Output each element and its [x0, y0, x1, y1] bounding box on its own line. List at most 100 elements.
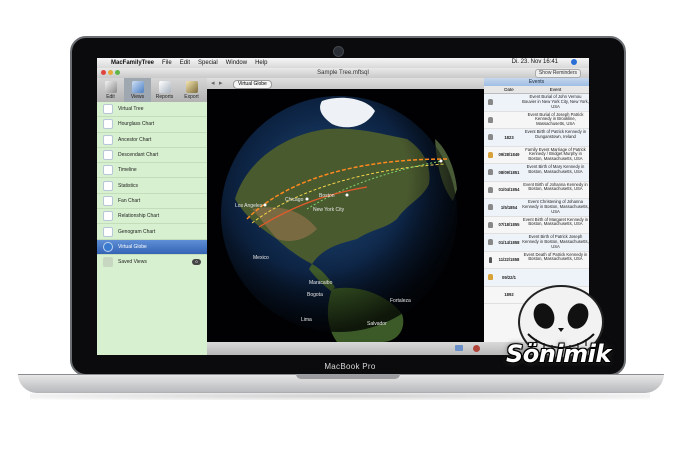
- tree-icon: [103, 104, 113, 115]
- globe-label-fortaleza[interactable]: Fortaleza: [390, 298, 411, 304]
- globe-label-boston[interactable]: Boston: [319, 193, 335, 199]
- reports-icon: [158, 81, 171, 93]
- menu-file[interactable]: File: [162, 60, 172, 66]
- event-description: Event Christening of Johanna Kennedy in …: [522, 199, 589, 214]
- birth-event-icon: [487, 169, 493, 176]
- toolbar-label: Views: [130, 94, 145, 100]
- date-column-header[interactable]: Date: [496, 86, 522, 93]
- fan-chart-icon: [103, 195, 113, 206]
- event-description: Event Birth of Patrick Joseph Kennedy in…: [522, 234, 589, 249]
- sidebar-item-hourglass-chart[interactable]: Hourglass Chart: [97, 117, 207, 133]
- minimize-window-icon[interactable]: [108, 70, 113, 75]
- globe-label-mexico[interactable]: Mexico: [253, 255, 269, 261]
- show-reminders-button[interactable]: Show Reminders: [534, 69, 581, 78]
- table-row[interactable]: Event Burial of Joseph Patrick Kennedy i…: [484, 111, 589, 129]
- toolbar-views-button[interactable]: Views: [124, 78, 151, 102]
- sidebar-item-descendant-chart[interactable]: Descendant Chart: [97, 148, 207, 164]
- location-marker[interactable]: [345, 193, 349, 197]
- globe-canvas[interactable]: Los Angeles Chicago Boston New York City…: [207, 89, 484, 342]
- birth-event-icon: [487, 134, 493, 141]
- globe-label-chicago[interactable]: Chicago: [285, 197, 304, 203]
- toolbar-label: Export: [184, 94, 199, 100]
- table-row[interactable]: 1/5/1854 Event Christening of Johanna Ken…: [484, 199, 589, 217]
- table-row[interactable]: 07/18/1855 Event Birth of Margaret Kenned…: [484, 217, 589, 234]
- menu-help[interactable]: Help: [255, 60, 267, 66]
- event-date: 1823: [504, 134, 514, 140]
- watermark-logo-text: Sönimik: [506, 340, 611, 368]
- breadcrumb[interactable]: Virtual Globe: [233, 80, 272, 89]
- location-marker[interactable]: [263, 203, 267, 207]
- close-window-icon[interactable]: [101, 70, 106, 75]
- table-row[interactable]: 1823 Event Birth of Patrick Kennedy in Du…: [484, 129, 589, 147]
- menu-edit[interactable]: Edit: [180, 60, 190, 66]
- event-date: 09/28/1849: [498, 152, 520, 158]
- event-description: Family Event Marriage of Patrick Kennedy…: [525, 146, 586, 162]
- event-column-header[interactable]: Event: [522, 86, 589, 93]
- window-title-bar: Sample Tree.mftsql Show Reminders: [97, 68, 589, 78]
- sidebar-item-label: Virtual Tree: [118, 106, 144, 113]
- events-table-body: Event Burial of John Vernou Bouvier in N…: [484, 94, 589, 304]
- globe-icon: [103, 241, 113, 252]
- table-row[interactable]: 08/09/1851 Event Birth of Mary Kennedy in…: [484, 164, 589, 182]
- toolbar-export-button[interactable]: Export: [178, 78, 205, 102]
- table-row[interactable]: 01/14/1858 Event Birth of Patrick Joseph …: [484, 234, 589, 252]
- events-panel-title: Events: [484, 78, 589, 86]
- globe-label-los-angeles[interactable]: Los Angeles: [235, 203, 263, 209]
- birth-event-icon: [487, 239, 493, 246]
- timeline-icon: [103, 165, 113, 176]
- laptop-notch: [296, 374, 400, 379]
- globe-label-new-york-city[interactable]: New York City: [313, 207, 345, 213]
- saved-views[interactable]: Saved Views 0: [97, 255, 207, 269]
- sidebar-item-label: Hourglass Chart: [118, 121, 155, 128]
- menu-window[interactable]: Window: [226, 60, 247, 66]
- record-icon[interactable]: [473, 345, 480, 352]
- globe-label-maracaibo[interactable]: Maracaibo: [309, 280, 333, 286]
- location-marker[interactable]: [305, 197, 309, 201]
- menu-special[interactable]: Special: [198, 60, 218, 66]
- edit-icon: [104, 81, 117, 93]
- menu-clock[interactable]: Di. 23. Nov 16:41: [512, 59, 558, 65]
- sidebar-item-ancestor-chart[interactable]: Ancestor Chart: [97, 133, 207, 148]
- display-icon[interactable]: [455, 345, 463, 351]
- sidebar-item-label: Relationship Chart: [118, 213, 160, 220]
- table-row[interactable]: 11/22/1858 Event Death of Patrick Kennedy…: [484, 252, 589, 269]
- sidebar-item-fan-chart[interactable]: Fan Chart: [97, 194, 207, 210]
- event-date: [496, 112, 522, 129]
- table-row[interactable]: Event Burial of John Vernou Bouvier in N…: [484, 94, 589, 112]
- back-arrow-icon[interactable]: ◂: [211, 79, 215, 87]
- saved-views-label: Saved Views: [118, 258, 147, 265]
- toolbar-reports-button[interactable]: Reports: [151, 78, 178, 102]
- table-row[interactable]: 01/04/1854 Event Birth of Johanna Kennedy…: [484, 181, 589, 199]
- sidebar-item-relationship-chart[interactable]: Relationship Chart: [97, 209, 207, 225]
- genogram-icon: [103, 226, 113, 237]
- globe-label-bogota[interactable]: Bogota: [307, 292, 323, 298]
- toolbar-label: Edit: [106, 94, 115, 100]
- event-description: Event Birth of Johanna Kennedy in Boston…: [523, 181, 588, 192]
- spotlight-icon[interactable]: [571, 59, 577, 65]
- toolbar-edit-button[interactable]: Edit: [97, 78, 124, 102]
- sidebar-item-label: Timeline: [118, 167, 137, 174]
- sidebar-item-virtual-globe[interactable]: Virtual Globe: [97, 239, 207, 255]
- sidebar-item-genogram-chart[interactable]: Genogram Chart: [97, 224, 207, 240]
- sidebar-item-statistics[interactable]: Statistics: [97, 178, 207, 194]
- location-marker[interactable]: [439, 159, 443, 163]
- menu-app-name[interactable]: MacFamilyTree: [111, 60, 154, 66]
- menu-bar: MacFamilyTree File Edit Special Window H…: [97, 58, 589, 68]
- sidebar-item-timeline[interactable]: Timeline: [97, 163, 207, 179]
- sidebar: Virtual Tree Hourglass Chart Ancestor Ch…: [97, 102, 207, 355]
- relationship-chart-icon: [103, 211, 113, 222]
- globe-label-lima[interactable]: Lima: [301, 317, 312, 323]
- event-description: Event Birth of Patrick Kennedy in Dungan…: [524, 129, 587, 139]
- virtual-globe-view[interactable]: Los Angeles Chicago Boston New York City…: [207, 89, 484, 342]
- sidebar-item-label: Statistics: [118, 182, 139, 189]
- window-controls: [101, 70, 120, 75]
- sidebar-item-label: Virtual Globe: [118, 243, 147, 250]
- forward-arrow-icon[interactable]: ▸: [219, 79, 223, 87]
- zoom-window-icon[interactable]: [115, 70, 120, 75]
- window-title: Sample Tree.mftsql: [317, 70, 369, 76]
- table-row[interactable]: 09/28/1849 Family Event Marriage of Patri…: [484, 146, 589, 164]
- globe-label-salvador[interactable]: Salvador: [367, 321, 387, 327]
- sidebar-item-virtual-tree[interactable]: Virtual Tree: [97, 102, 207, 118]
- event-description: Event Burial of Joseph Patrick Kennedy i…: [527, 111, 584, 127]
- event-description: Event Burial of John Vernou Bouvier in N…: [522, 94, 589, 109]
